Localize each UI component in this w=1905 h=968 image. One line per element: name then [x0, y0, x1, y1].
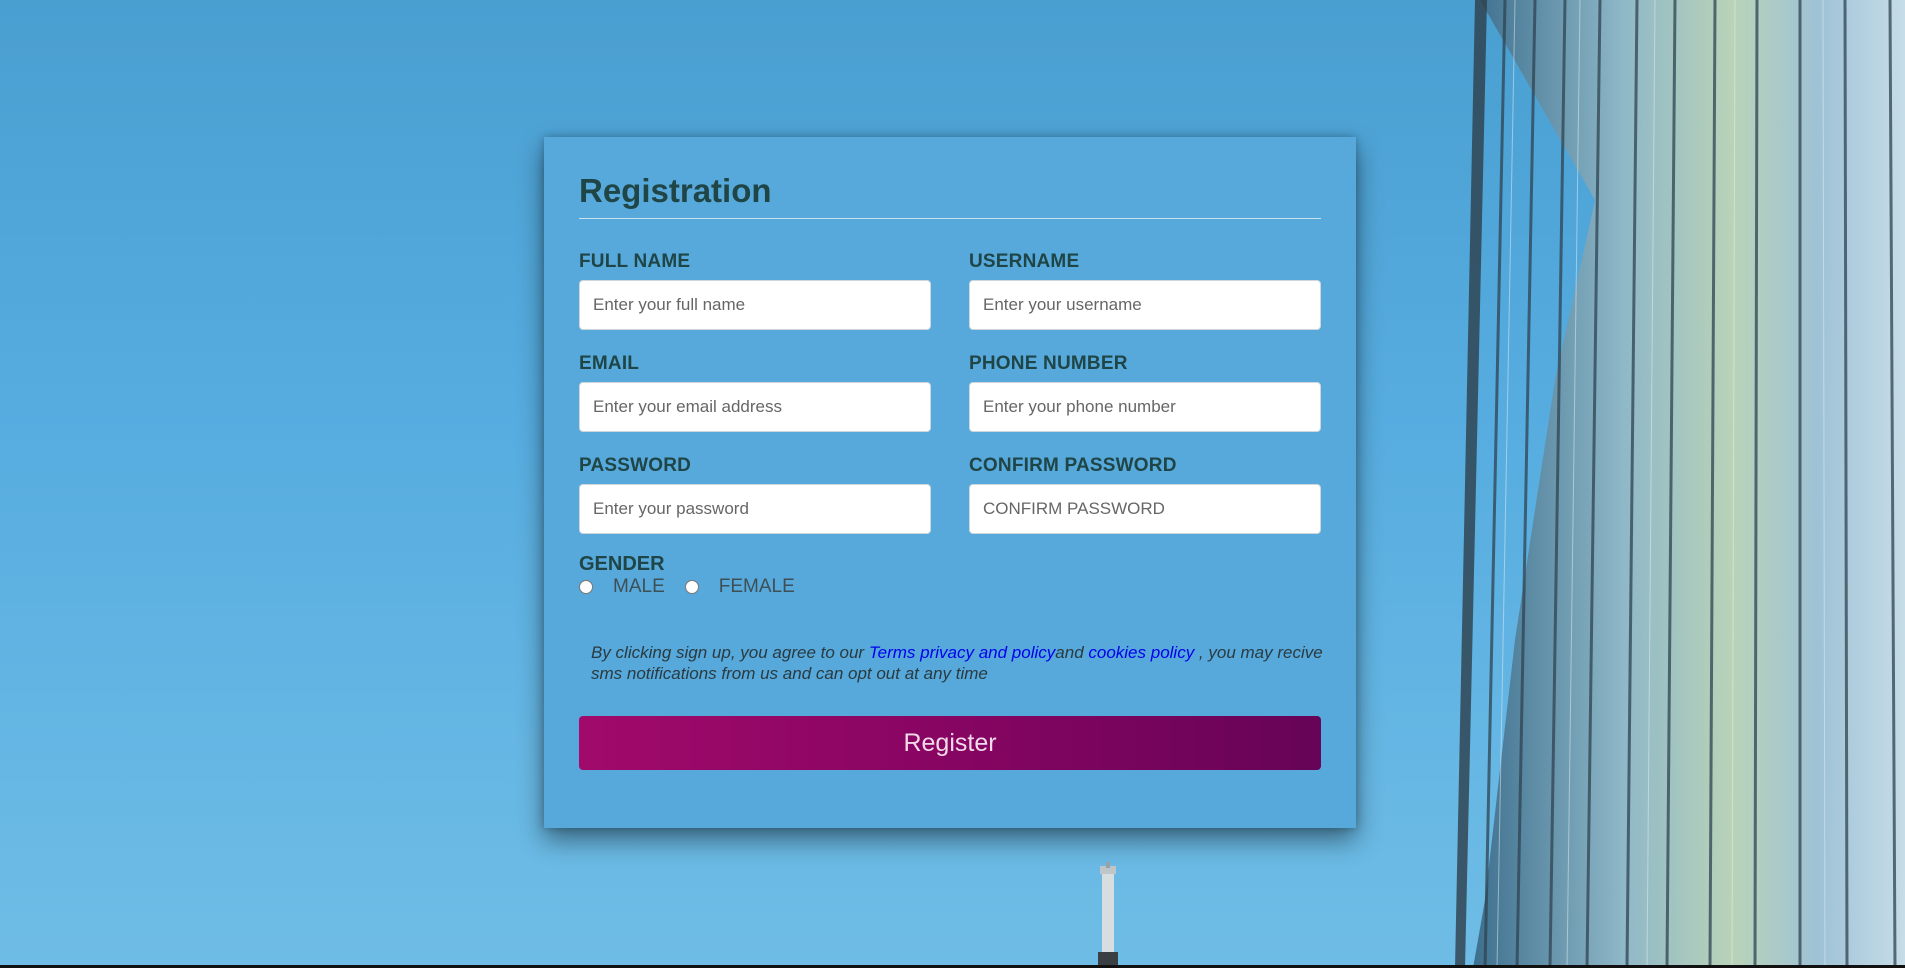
- password-group: PASSWORD: [579, 455, 931, 534]
- register-button[interactable]: Register: [579, 716, 1321, 770]
- gender-female-label[interactable]: FEMALE: [719, 576, 795, 598]
- phone-input[interactable]: [969, 382, 1321, 432]
- terms-prefix: By clicking sign up, you agree to our: [591, 643, 869, 662]
- form-fields-grid: FULL NAME USERNAME EMAIL PHONE NUMBER PA…: [579, 251, 1321, 534]
- title-divider: [579, 218, 1321, 219]
- registration-card: Registration FULL NAME USERNAME EMAIL PH…: [544, 137, 1356, 828]
- gender-female-radio[interactable]: [684, 580, 699, 594]
- password-input[interactable]: [579, 484, 931, 534]
- tower-image: [1098, 862, 1118, 968]
- full-name-label: FULL NAME: [579, 251, 691, 272]
- gender-group: GENDER MALE FEMALE: [579, 554, 1321, 598]
- phone-group: PHONE NUMBER: [969, 353, 1321, 432]
- confirm-password-group: CONFIRM PASSWORD: [969, 455, 1321, 534]
- terms-middle: and: [1055, 643, 1089, 662]
- gender-male-radio[interactable]: [579, 580, 593, 594]
- full-name-input[interactable]: [579, 280, 931, 330]
- username-label: USERNAME: [969, 251, 1080, 272]
- terms-privacy-link[interactable]: Terms privacy and policy: [869, 643, 1055, 662]
- gender-label: GENDER: [579, 553, 665, 575]
- full-name-group: FULL NAME: [579, 251, 931, 330]
- page-background: Registration FULL NAME USERNAME EMAIL PH…: [0, 0, 1905, 968]
- username-group: USERNAME: [969, 251, 1321, 330]
- email-label: EMAIL: [579, 353, 640, 374]
- confirm-password-input[interactable]: [969, 484, 1321, 534]
- username-input[interactable]: [969, 280, 1321, 330]
- confirm-password-label: CONFIRM PASSWORD: [969, 455, 1177, 476]
- phone-label: PHONE NUMBER: [969, 353, 1128, 374]
- terms-text: By clicking sign up, you agree to our Te…: [591, 642, 1331, 684]
- gender-options: MALE FEMALE: [579, 576, 1321, 598]
- page-title: Registration: [579, 172, 772, 209]
- email-input[interactable]: [579, 382, 931, 432]
- email-group: EMAIL: [579, 353, 931, 432]
- building-facade-image: [1455, 0, 1905, 968]
- cookies-policy-link[interactable]: cookies policy: [1088, 643, 1194, 662]
- gender-male-label[interactable]: MALE: [613, 576, 665, 598]
- password-label: PASSWORD: [579, 455, 692, 476]
